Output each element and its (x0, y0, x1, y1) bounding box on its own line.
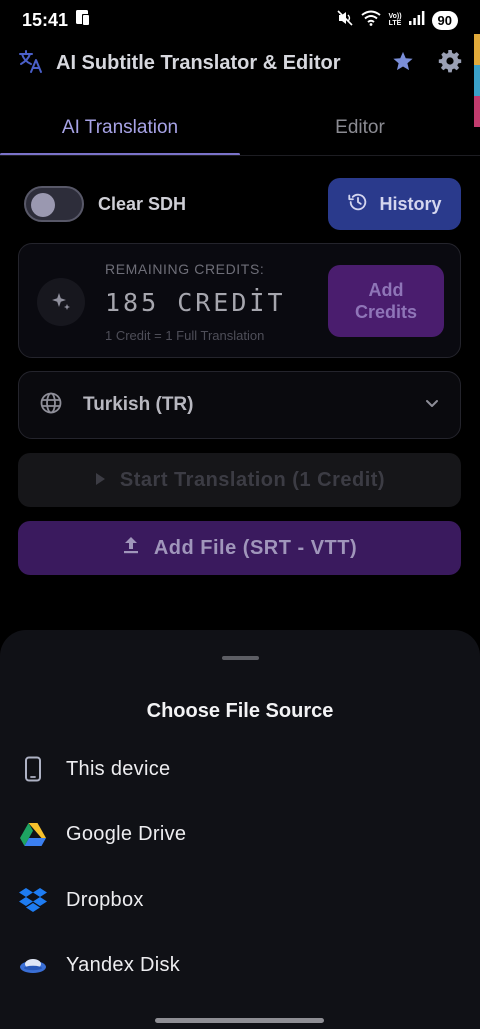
source-yandex-disk[interactable]: Yandex Disk (0, 936, 480, 994)
google-drive-icon (18, 819, 48, 849)
network-type: Vo)) LTE (388, 13, 401, 27)
tab-editor[interactable]: Editor (240, 100, 480, 156)
history-icon (347, 191, 369, 218)
credits-heading: REMAINING CREDITS: (105, 261, 265, 277)
notification-icon (74, 9, 91, 32)
language-value: Turkish (TR) (83, 394, 194, 415)
sheet-title: Choose File Source (146, 700, 334, 722)
chevron-down-icon (424, 395, 440, 416)
add-credits-label: Add Credits (354, 280, 417, 322)
battery-indicator: 90 (431, 10, 458, 30)
tab-ai-translation[interactable]: AI Translation (0, 100, 240, 156)
gear-icon[interactable] (438, 49, 462, 78)
network-lte: LTE (388, 20, 402, 27)
translate-icon (18, 48, 44, 79)
credits-value: 185 CREDİT (105, 288, 286, 317)
controls-row: Clear SDH History (24, 178, 461, 230)
star-icon[interactable] (392, 50, 414, 77)
app-bar: AI Subtitle Translator & Editor (0, 40, 480, 86)
clear-sdh-toggle[interactable] (24, 186, 84, 222)
start-translation-label: Start Translation (1 Credit) (119, 468, 386, 491)
source-dropbox[interactable]: Dropbox (0, 871, 480, 929)
globe-icon (39, 391, 63, 420)
source-google-drive[interactable]: Google Drive (0, 805, 480, 863)
clear-sdh-label: Clear SDH (98, 193, 187, 214)
source-label: Dropbox (66, 888, 144, 911)
dropbox-icon (18, 885, 48, 915)
language-select[interactable]: Turkish (TR) (18, 371, 461, 439)
start-translation-button[interactable]: Start Translation (1 Credit) (18, 453, 461, 507)
phone-icon (18, 754, 48, 784)
drag-handle[interactable] (222, 656, 259, 660)
source-label: Yandex Disk (66, 953, 181, 976)
yandex-disk-icon (18, 950, 48, 980)
signal-icon (408, 10, 425, 30)
sparkles-icon (37, 278, 85, 326)
app-title: AI Subtitle Translator & Editor (56, 51, 341, 74)
mute-icon (336, 9, 354, 32)
upload-icon (122, 536, 140, 560)
tab-bar: AI Translation Editor (0, 100, 480, 156)
tab-ai-translation-label: AI Translation (61, 117, 179, 138)
tab-divider (0, 155, 480, 156)
source-label: This device (66, 757, 171, 780)
add-credits-button[interactable]: Add Credits (328, 265, 444, 337)
credits-card: REMAINING CREDITS: 185 CREDİT 1 Credit =… (18, 243, 461, 358)
play-icon (94, 469, 106, 492)
network-volte: Vo)) (388, 13, 402, 20)
wifi-icon (361, 10, 382, 31)
history-label: History (379, 193, 442, 214)
status-bar: 15:41 Vo)) LTE 90 (0, 0, 480, 40)
system-nav-handle[interactable] (155, 1018, 324, 1023)
history-button[interactable]: History (328, 178, 461, 230)
toggle-knob (31, 193, 55, 217)
source-this-device[interactable]: This device (0, 740, 480, 798)
credits-note: 1 Credit = 1 Full Translation (105, 328, 265, 343)
source-label: Google Drive (66, 822, 187, 845)
file-source-sheet: Choose File Source This device Google Dr… (0, 630, 480, 1029)
status-time: 15:41 (22, 9, 69, 30)
add-file-label: Add File (SRT - VTT) (153, 536, 358, 559)
tab-editor-label: Editor (335, 117, 385, 138)
add-file-button[interactable]: Add File (SRT - VTT) (18, 521, 461, 575)
